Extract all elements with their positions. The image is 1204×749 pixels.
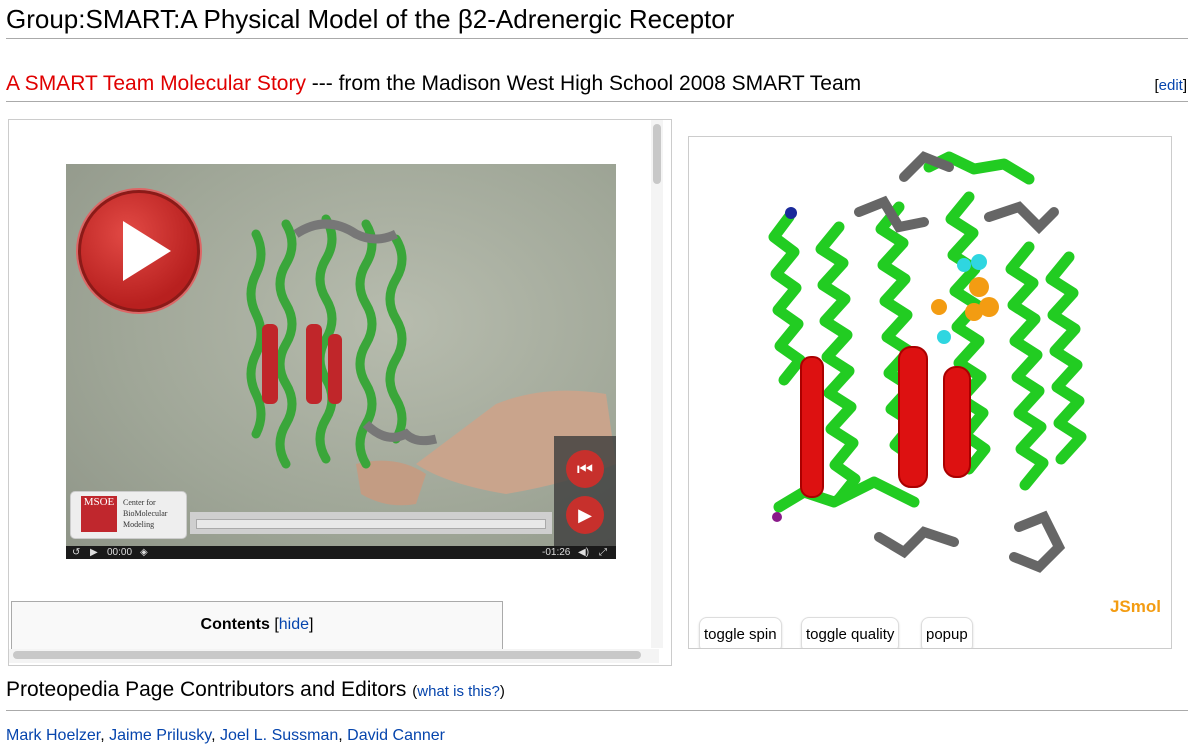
molecule-render[interactable] [689,137,1171,607]
vertical-scroll-track[interactable] [651,120,663,648]
seek-panel [190,512,552,534]
vertical-scrollbar[interactable] [653,124,661,184]
play-small-icon: ▶ [578,505,592,525]
scrubber-icon[interactable]: ◈ [140,546,148,559]
seek-bar[interactable] [196,519,546,529]
contributor-link[interactable]: Joel L. Sussman [220,727,338,744]
fullscreen-icon[interactable]: ⤢ [599,546,607,559]
section-subtitle: --- from the Madison West High School 20… [305,72,862,95]
volume-icon[interactable]: ◀) [578,546,589,559]
video-scroll-pane[interactable]: MSOE Center for BioMolecular Modeling ⏮ … [8,119,672,666]
edit-link[interactable]: edit [1159,77,1183,94]
toggle-spin-button[interactable]: toggle spin [699,617,782,648]
edit-bracket-close: ] [1182,77,1187,94]
toc-bracket-close: ] [309,616,314,633]
contributors-divider [6,710,1188,711]
replay-30-icon[interactable]: ↺ [72,546,80,559]
play-overlay-button[interactable] [78,190,200,312]
rewind-icon: ⏮ [576,459,594,479]
section-link[interactable]: A SMART Team Molecular Story [6,72,306,95]
jsmol-brand: JSmol [1109,597,1161,616]
jsmol-viewer[interactable]: JSmol toggle spin toggle quality popup [688,136,1172,649]
horizontal-scrollbar[interactable] [13,651,641,659]
contributors-title: Proteopedia Page Contributors and Editor… [6,678,407,701]
play-button[interactable]: ▶ [566,496,604,534]
contributor-link[interactable]: Jaime Prilusky [109,727,211,744]
video-control-bar: ↺ ▶ 00:00 ◈ -01:26 ◀) ⤢ [66,546,616,559]
separator: , [338,727,348,744]
title-divider [6,38,1188,39]
remaining-time: -01:26 [542,547,571,558]
video-player[interactable]: MSOE Center for BioMolecular Modeling ⏮ … [66,164,616,559]
play-control-icon[interactable]: ▶ [90,546,98,559]
current-time: 00:00 [107,547,133,558]
what-paren-close: ) [499,683,505,700]
toggle-quality-button[interactable]: toggle quality [801,617,900,648]
play-icon [123,221,171,281]
what-is-this: (what is this?) [412,683,505,700]
separator: , [211,727,220,744]
logo-text: Center for BioMolecular Modeling [123,498,168,529]
page-title: Group:SMART:A Physical Model of the β2-A… [6,4,735,34]
rewind-button[interactable]: ⏮ [566,450,604,488]
msoe-logo: MSOE Center for BioMolecular Modeling [70,491,187,539]
what-is-this-link[interactable]: what is this? [417,683,500,700]
contributors-list: Mark Hoelzer, Jaime Prilusky, Joel L. Su… [6,727,445,745]
toc-title: Contents [200,616,270,633]
contributor-link[interactable]: David Canner [347,727,445,744]
edit-section: [edit] [1154,77,1187,94]
toc-hide-link[interactable]: hide [279,616,309,633]
contributors-heading: Proteopedia Page Contributors and Editor… [6,678,505,702]
playback-controls: ⏮ ▶ [554,436,616,546]
section-divider [6,101,1188,102]
separator: , [100,727,110,744]
contributor-link[interactable]: Mark Hoelzer [6,727,100,744]
popup-button[interactable]: popup [921,617,973,648]
logo-mark: MSOE [81,496,117,532]
section-heading: A SMART Team Molecular Story --- from th… [6,72,861,96]
